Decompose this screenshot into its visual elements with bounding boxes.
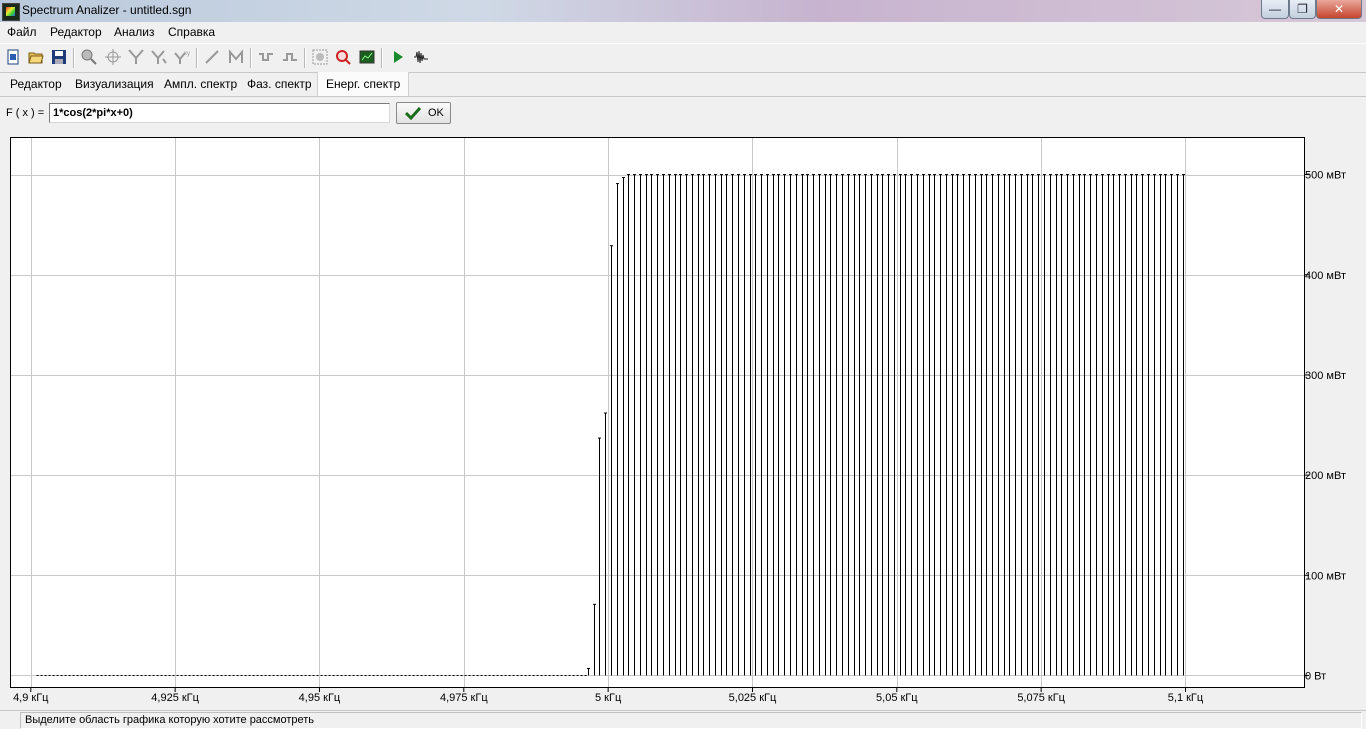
x-tick-label: 5,1 кГц <box>1168 692 1204 704</box>
zoom-reset-icon[interactable] <box>335 49 351 65</box>
wave-step-alt-icon[interactable] <box>282 49 298 65</box>
maximize-button[interactable]: ❐ <box>1289 0 1316 19</box>
menu-help[interactable]: Справка <box>168 25 215 39</box>
filter-icon[interactable] <box>128 49 144 65</box>
x-tick-label: 5,025 кГц <box>729 692 777 704</box>
chart-canvas[interactable] <box>10 137 1305 688</box>
ok-button-label: OK <box>428 107 444 119</box>
tab-amplitude-spectrum[interactable]: Ампл. спектр <box>162 72 239 96</box>
y-tick-label: 500 мВт <box>1305 170 1346 182</box>
crosshair-icon[interactable] <box>105 49 121 65</box>
tab-bar: Редактор Визуализация Ампл. спектр Фаз. … <box>0 72 1366 97</box>
formula-input[interactable] <box>49 103 390 123</box>
open-folder-icon[interactable] <box>28 49 44 65</box>
menu-file[interactable]: Файл <box>7 25 37 39</box>
zoom-region-icon[interactable] <box>312 49 328 65</box>
toolbar-separator <box>381 48 383 68</box>
wave-step-icon[interactable] <box>258 49 274 65</box>
zoom-icon[interactable] <box>81 49 97 65</box>
y-tick-label: 200 мВт <box>1305 470 1346 482</box>
y-tick-label: 400 мВт <box>1305 270 1346 282</box>
y-tick-label: 300 мВт <box>1305 370 1346 382</box>
x-tick-label: 4,925 кГц <box>151 692 199 704</box>
tab-energy-spectrum[interactable]: Енерг. спектр <box>317 72 410 96</box>
toolbar-separator <box>250 48 252 68</box>
filter-xy-icon[interactable]: xy <box>174 49 190 65</box>
svg-text:xy: xy <box>184 51 190 57</box>
app-icon <box>2 3 20 21</box>
tab-phase-spectrum[interactable]: Фаз. спектр <box>245 72 314 96</box>
filter-alt-icon[interactable] <box>151 49 167 65</box>
formula-label: F ( x ) = <box>6 107 45 119</box>
play-icon[interactable] <box>390 49 406 65</box>
y-tick-label: 0 Вт <box>1305 670 1326 682</box>
new-doc-icon[interactable] <box>5 49 21 65</box>
line-icon[interactable] <box>204 49 220 65</box>
close-button[interactable]: ✕ <box>1316 0 1362 19</box>
chart-view-icon[interactable] <box>359 49 375 65</box>
save-icon[interactable] <box>51 49 67 65</box>
energy-spectrum-chart[interactable] <box>10 137 1305 688</box>
x-tick-label: 4,9 кГц <box>13 692 49 704</box>
check-icon <box>405 106 421 120</box>
toolbar-separator <box>304 48 306 68</box>
toolbar-separator <box>196 48 198 68</box>
menu-bar: Файл Редактор Анализ Справка <box>0 22 1366 42</box>
y-tick-label: 100 мВт <box>1305 570 1346 582</box>
menu-analysis[interactable]: Анализ <box>114 25 155 39</box>
x-tick-label: 4,95 кГц <box>299 692 341 704</box>
bracket-icon[interactable] <box>228 49 244 65</box>
status-panel: Выделите область графика которую хотите … <box>20 712 1362 729</box>
ok-button[interactable]: OK <box>396 102 451 124</box>
menu-edit[interactable]: Редактор <box>50 25 102 39</box>
status-text: Выделите область графика которую хотите … <box>25 714 315 726</box>
minimize-button[interactable]: — <box>1261 0 1289 19</box>
title-bar: Spectrum Analizer - untitled.sgn — ❐ ✕ <box>0 0 1366 23</box>
x-tick-label: 5,05 кГц <box>876 692 918 704</box>
toolbar: xy <box>0 43 1366 73</box>
toolbar-separator <box>73 48 75 68</box>
x-axis: 4,9 кГц 4,925 кГц 4,95 кГц 4,975 кГц 5 кГц 5,… <box>13 688 1204 704</box>
window-title: Spectrum Analizer - untitled.sgn <box>22 3 192 17</box>
y-axis: 0 Вт 100 мВт 200 мВт 300 мВт 400 мВт 500 мВт <box>1305 170 1346 682</box>
x-tick-label: 4,975 кГц <box>440 692 488 704</box>
x-tick-label: 5 кГц <box>595 692 622 704</box>
status-bar: Выделите область графика которую хотите … <box>0 710 1366 729</box>
signal-icon[interactable] <box>413 49 429 65</box>
x-tick-label: 5,075 кГц <box>1017 692 1065 704</box>
tab-visualization[interactable]: Визуализация <box>73 72 156 96</box>
tab-editor[interactable]: Редактор <box>8 72 64 96</box>
